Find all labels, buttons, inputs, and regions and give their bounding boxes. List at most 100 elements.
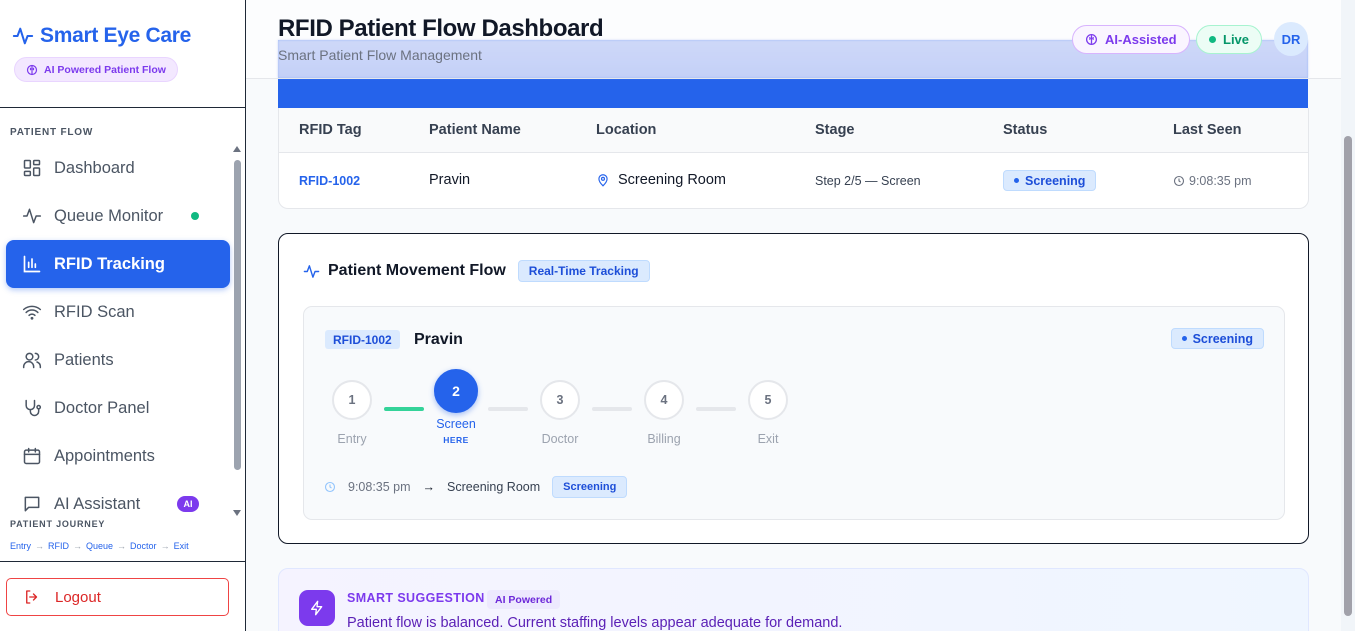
flow-step-exit: 5 Exit [748,380,788,446]
suggestion-text: Patient flow is balanced. Current staffi… [347,615,843,631]
step-connector [696,407,736,411]
patient-flow-tracker: RFID-1002 Pravin Screening 1 Entry 2 Scr… [303,306,1285,520]
journey-separator: → [35,541,45,551]
top-header: RFID Patient Flow Dashboard Smart Patien… [246,0,1341,79]
brain-icon [1085,33,1098,46]
step-circle: 4 [644,380,684,420]
ai-powered-pill: AI Powered Patient Flow [14,57,178,82]
journey-separator: → [160,541,170,551]
table-header: RFID Tag Patient Name Location Stage Sta… [279,108,1308,153]
logout-label: Logout [55,588,101,606]
journey-step: Queue [86,541,114,551]
column-header[interactable]: Status [1003,122,1047,138]
step-label: Exit [757,432,779,446]
sidebar-item-label: AI Assistant [54,494,141,513]
sidebar-item-label: RFID Tracking [54,254,165,273]
column-header[interactable]: Patient Name [429,122,521,138]
sidebar-item-label: Patients [54,350,114,369]
users-icon [22,352,42,369]
last-seen-text: 9:08:35 pm [1189,174,1252,188]
journey-separator: → [117,541,127,551]
status-badge: Screening [1170,328,1264,349]
lightning-icon [299,590,335,626]
scroll-up-arrow-icon[interactable] [233,146,241,152]
wifi-icon [22,305,42,320]
sidebar-item-label: Appointments [54,446,155,465]
dashboard-icon [23,159,41,177]
movement-title: Patient Movement Flow [328,262,506,279]
main-content: RFID Patient Flow Dashboard Smart Patien… [246,0,1355,631]
sidebar-item-queue-monitor[interactable]: Queue Monitor [6,192,230,240]
scroll-down-arrow-icon[interactable] [233,510,241,516]
step-connector [488,407,528,411]
real-time-badge: Real-Time Tracking [517,260,650,282]
sidebar-item-dashboard[interactable]: Dashboard [6,144,230,192]
patient-movement-card: Patient Movement Flow Real-Time Tracking… [278,233,1309,544]
live-pill: Live [1196,25,1263,54]
journey-step: Doctor [130,541,157,551]
sidebar-item-label: Dashboard [54,158,135,177]
flow-step-doctor: 3 Doctor [540,380,580,446]
ai-powered-badge: AI Powered [487,590,561,609]
journey-step: Exit [173,541,189,551]
last-seen-cell: 9:08:35 pm [1173,174,1252,188]
message-icon [24,496,40,512]
status-text: Screening [1192,331,1253,346]
section-label-patient-flow: PATIENT FLOW [10,127,94,138]
divider [0,561,245,562]
log-time: 9:08:35 pm [348,480,411,494]
stethoscope-icon [25,399,42,417]
bar-chart-icon [23,255,41,273]
rfid-tag-badge: RFID-1002 [325,330,400,349]
step-circle: 5 [748,380,788,420]
step-label: Screen [436,417,476,431]
sidebar-scrollbar[interactable] [232,146,242,516]
column-header[interactable]: RFID Tag [299,122,362,138]
main-scroll-thumb[interactable] [1344,136,1352,616]
column-header[interactable]: Last Seen [1173,122,1242,138]
patient-name: Pravin [414,331,463,348]
patient-journey: Entry → RFID → Queue → Doctor → Exit [10,541,189,551]
activity-icon [22,208,42,224]
live-status-dot [191,212,199,220]
column-header[interactable]: Location [596,122,656,138]
arrow-right-icon: → [422,480,436,494]
status-cell: Screening [1003,170,1097,191]
sidebar-item-label: Doctor Panel [54,398,150,417]
step-connector [592,407,632,411]
brand-title: Smart Eye Care [40,24,192,47]
here-indicator: HERE [443,435,469,445]
map-pin-icon [598,174,608,187]
sidebar-item-doctor-panel[interactable]: Doctor Panel [6,384,230,432]
step-circle: 2 [434,369,478,413]
clock-icon [1173,175,1185,187]
brain-icon [26,64,38,75]
journey-step: RFID [48,541,70,551]
sidebar-scroll-thumb[interactable] [234,160,241,470]
sidebar-item-rfid-scan[interactable]: RFID Scan [6,288,230,336]
activity-icon [303,264,320,278]
stage-cell: Step 2/5 — Screen [815,174,921,188]
rfid-tag-cell[interactable]: RFID-1002 [299,174,360,188]
column-header[interactable]: Stage [815,122,855,138]
live-dot [1209,36,1216,43]
flow-step-screen: 2 Screen HERE [434,369,478,445]
step-label: Billing [647,432,681,446]
sidebar-item-patients[interactable]: Patients [6,336,230,384]
sidebar-nav: Dashboard Queue Monitor RFID Tracking RF… [6,144,230,528]
location-text: Screening Room [618,172,726,188]
logout-button[interactable]: Logout [6,578,229,616]
location-cell: Screening Room [596,172,726,188]
avatar[interactable]: DR [1274,22,1308,56]
pulse-icon [12,27,34,45]
sidebar-item-appointments[interactable]: Appointments [6,432,230,480]
step-label: Entry [337,432,367,446]
page-subtitle: Smart Patient Flow Management [278,47,482,63]
ai-assisted-pill: AI-Assisted [1072,25,1190,54]
flow-step-billing: 4 Billing [644,380,684,446]
sidebar-item-rfid-tracking[interactable]: RFID Tracking [6,240,230,288]
log-status-badge: Screening [552,476,628,498]
main-scrollbar[interactable] [1341,0,1355,631]
status-text: Screening [1025,173,1086,188]
brand: Smart Eye Care AI Powered Patient Flow [0,0,245,108]
